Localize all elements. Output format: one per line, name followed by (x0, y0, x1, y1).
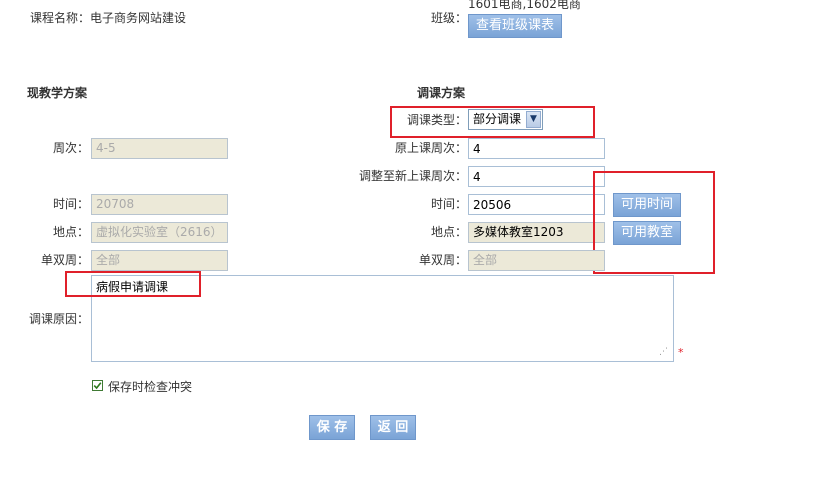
current-parity-field: 全部 (91, 250, 228, 271)
current-parity-label: 单双周： (40, 253, 89, 267)
resize-grip-icon[interactable]: ⋰ (659, 347, 668, 357)
available-time-button[interactable]: 可用时间 (613, 193, 681, 217)
new-parity-label: 单双周： (418, 253, 467, 267)
course-name-label: 课程名称： (30, 11, 91, 25)
view-class-schedule-button[interactable]: 查看班级课表 (468, 14, 562, 38)
adjust-type-label: 调课类型： (406, 113, 467, 127)
orig-week-label: 原上课周次： (394, 141, 467, 155)
checkmark-icon (93, 382, 102, 390)
required-mark: * (678, 346, 684, 359)
check-conflict-checkbox[interactable] (92, 380, 103, 391)
new-time-label: 时间： (430, 197, 467, 211)
new-location-field: 多媒体教室1203 (468, 222, 605, 243)
adjust-plan-heading: 调课方案 (417, 86, 466, 100)
save-button[interactable]: 保 存 (309, 415, 355, 440)
available-room-button[interactable]: 可用教室 (613, 221, 681, 245)
class-label: 班级： (431, 11, 468, 25)
adjust-type-select[interactable]: 部分调课 ▼ (468, 109, 543, 130)
orig-week-input[interactable] (468, 138, 605, 159)
new-time-input[interactable] (468, 194, 605, 215)
current-location-field: 虚拟化实验室（2616） (91, 222, 228, 243)
new-week-label: 调整至新上课周次： (358, 169, 467, 183)
current-time-label: 时间： (52, 197, 89, 211)
current-week-field: 4-5 (91, 138, 228, 159)
current-week-label: 周次： (52, 141, 89, 155)
class-value: 1601电商,1602电商 (468, 0, 581, 11)
check-conflict-label: 保存时检查冲突 (108, 380, 193, 394)
adjust-type-selected: 部分调课 (473, 112, 522, 126)
chevron-down-icon[interactable]: ▼ (526, 111, 541, 128)
new-week-input[interactable] (468, 166, 605, 187)
current-plan-heading: 现教学方案 (27, 86, 88, 100)
current-time-field: 20708 (91, 194, 228, 215)
new-parity-field: 全部 (468, 250, 605, 271)
reason-label: 调课原因： (28, 312, 89, 326)
reason-textarea[interactable]: 病假申请调课 (91, 275, 674, 362)
course-name-value: 电子商务网站建设 (90, 11, 187, 25)
new-location-label: 地点： (430, 225, 467, 239)
current-location-label: 地点： (52, 225, 89, 239)
back-button[interactable]: 返 回 (370, 415, 416, 440)
